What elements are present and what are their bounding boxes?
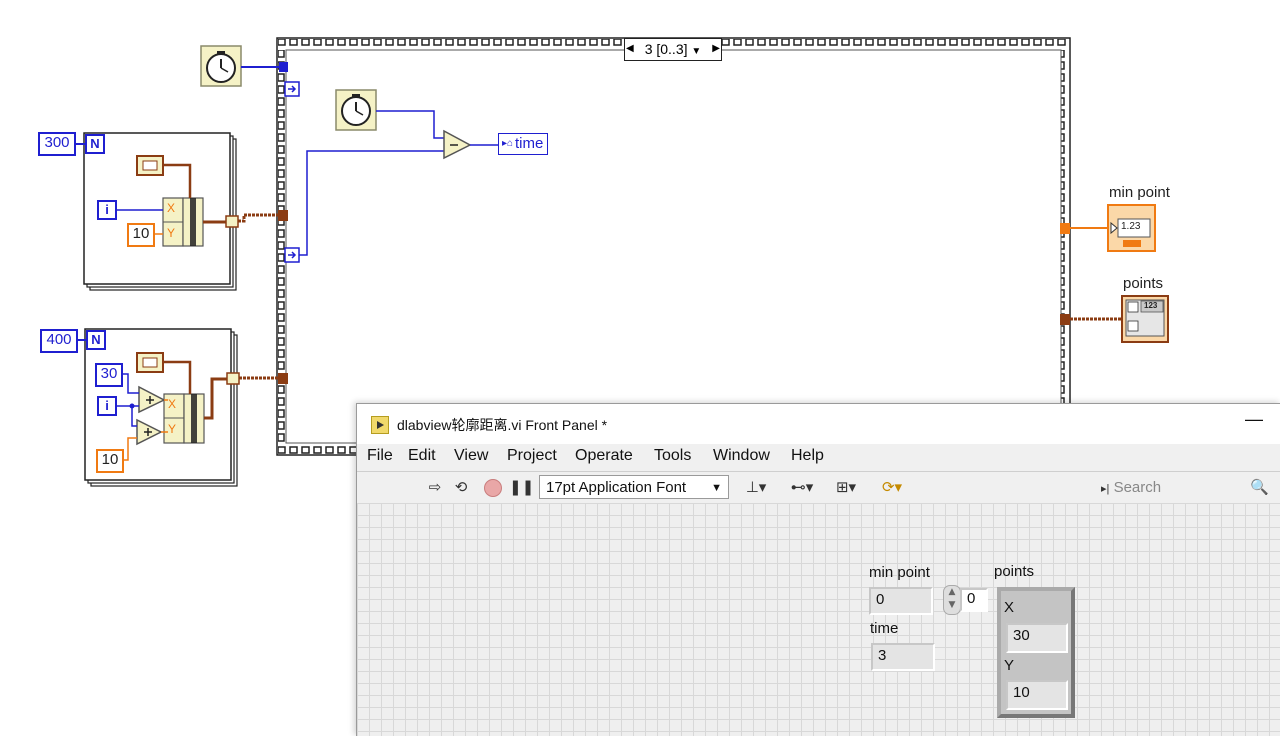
selector-next-arrow-icon[interactable]: ▶ [712, 39, 720, 59]
front-panel-canvas[interactable]: min point 0 time 3 ▲ ▼ 0 points X 30 Y 10 [357, 503, 1280, 736]
menu-tools[interactable]: Tools [654, 447, 691, 465]
array-index-stepper[interactable]: ▲ ▼ [943, 585, 961, 615]
points-y-label: Y [1004, 657, 1015, 674]
points-x-indicator: 30 [1006, 623, 1068, 653]
menu-operate[interactable]: Operate [575, 447, 633, 465]
menu-view[interactable]: View [454, 447, 488, 465]
stacked-sequence-structure[interactable] [276, 37, 1071, 456]
selector-dropdown-icon[interactable]: ▼ [691, 46, 701, 57]
sequence-local-terminal[interactable] [284, 81, 300, 97]
points-terminal-text: 123 [1144, 301, 1158, 310]
menu-bar: File Edit View Project Operate Tools Win… [357, 444, 1280, 471]
menu-window[interactable]: Window [713, 447, 770, 465]
menu-edit[interactable]: Edit [408, 447, 436, 465]
loop1-i-terminal: i [97, 200, 117, 220]
loop2-x-element-label: X [168, 397, 177, 411]
menu-help[interactable]: Help [791, 447, 824, 465]
min-point-terminal-text: 1.23 [1121, 221, 1141, 232]
search-field[interactable]: ▸| Search 🔍 [1101, 476, 1277, 500]
toolbar: ⇨ ⟲ ❚❚ 17pt Application Font ▼ ⊥▾ ⊷▾ ⊞▾ … [357, 471, 1280, 505]
time-label: time [870, 620, 899, 637]
loop1-count-constant[interactable]: 300 [38, 132, 76, 156]
minimize-button[interactable]: — [1245, 409, 1263, 430]
loop1-x-element-label: X [167, 201, 176, 215]
sequence-frame-selector[interactable]: ◀ 3 [0..3] ▼ ▶ [624, 38, 722, 61]
chevron-down-icon: ▼ [711, 482, 722, 494]
resize-objects-icon[interactable]: ⊞▾ [829, 476, 863, 498]
time-indicator: 3 [871, 643, 935, 671]
window-title-bar[interactable]: dlabview轮廓距离.vi Front Panel * — [357, 404, 1280, 444]
sequence-frame-label: 3 [0..3] [644, 41, 688, 57]
points-terminal-label: points [1123, 275, 1164, 292]
loop2-count-constant[interactable]: 400 [40, 329, 78, 353]
sequence-local-terminal-2[interactable] [284, 247, 300, 263]
pause-icon[interactable]: ❚❚ [509, 476, 534, 498]
loop1-y-element-label: Y [167, 226, 176, 240]
abort-icon[interactable] [482, 476, 504, 498]
align-objects-icon[interactable]: ⊥▾ [739, 476, 773, 498]
tick-count-icon-outer[interactable] [200, 45, 242, 87]
min-point-indicator: 0 [869, 587, 933, 615]
search-icon[interactable]: 🔍 [1250, 476, 1269, 500]
time-local-variable[interactable]: ▸⌂ time [498, 133, 549, 155]
font-selector-value: 17pt Application Font [546, 479, 687, 496]
loop1-n-terminal: N [85, 134, 105, 154]
points-x-label: X [1004, 599, 1015, 616]
loop2-i-terminal: i [97, 396, 117, 416]
points-label: points [994, 563, 1035, 580]
min-point-label: min point [869, 564, 930, 581]
window-title: dlabview轮廓距离.vi Front Panel * [397, 417, 608, 433]
points-y-indicator: 10 [1006, 680, 1068, 710]
tick-count-icon-inner[interactable] [335, 89, 377, 131]
front-panel-window[interactable]: dlabview轮廓距离.vi Front Panel * — File Edi… [356, 403, 1280, 736]
distribute-objects-icon[interactable]: ⊷▾ [785, 476, 819, 498]
loop2-y-constant[interactable]: 10 [96, 449, 124, 473]
labview-vi-icon [371, 416, 389, 434]
run-continuously-icon[interactable]: ⟲ [450, 476, 472, 498]
reorder-icon[interactable]: ⟳▾ [875, 476, 909, 498]
search-placeholder: Search [1113, 479, 1162, 496]
selector-prev-arrow-icon[interactable]: ◀ [626, 39, 634, 59]
menu-project[interactable]: Project [507, 447, 557, 465]
loop1-y-constant[interactable]: 10 [127, 223, 155, 247]
array-index-field[interactable]: 0 [960, 588, 988, 612]
points-cluster: X 30 Y 10 [997, 587, 1075, 718]
loop2-y-element-label: Y [168, 422, 177, 436]
loop2-n-terminal: N [86, 330, 106, 350]
loop2-mult-constant[interactable]: 30 [95, 363, 123, 387]
local-variable-arrow-icon: ▸⌂ [502, 138, 514, 149]
font-selector-dropdown[interactable]: 17pt Application Font ▼ [539, 475, 729, 499]
menu-file[interactable]: File [367, 447, 393, 465]
min-point-terminal-label: min point [1109, 184, 1170, 201]
time-local-label: time [515, 135, 544, 152]
run-arrow-icon[interactable]: ⇨ [425, 476, 445, 498]
search-expand-icon: ▸| [1101, 483, 1110, 495]
